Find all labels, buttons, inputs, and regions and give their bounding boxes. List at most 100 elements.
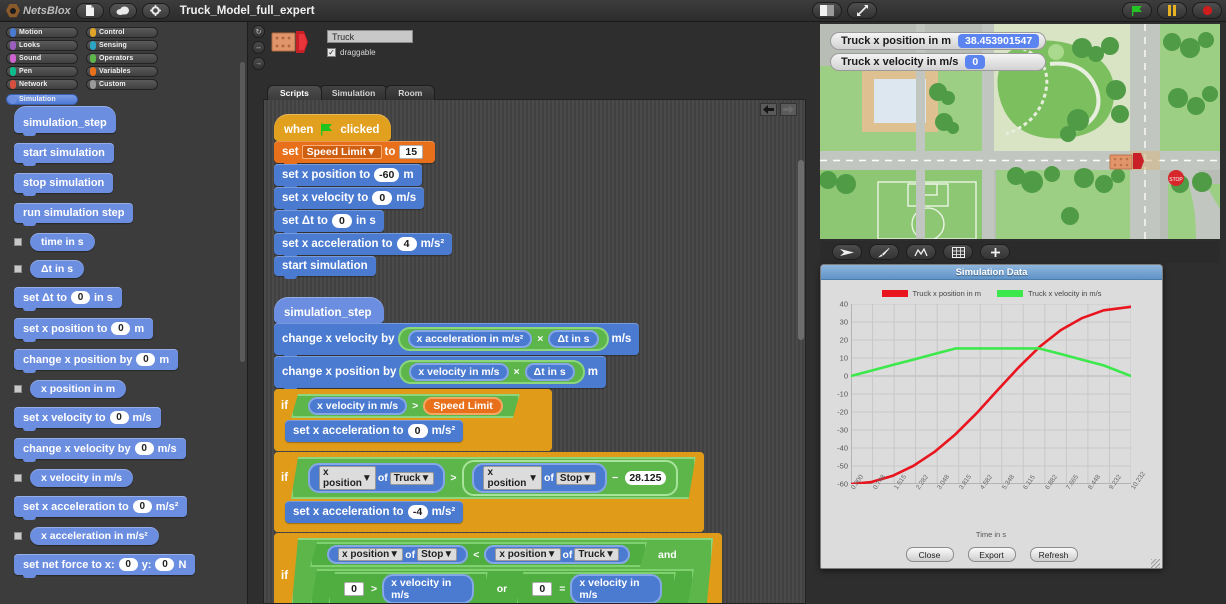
predicate-zero-greater-velocity[interactable]: 0 > x velocity in m/s <box>328 572 488 604</box>
watcher-x-velocity[interactable]: Truck x velocity in m/s 0 <box>830 53 1047 71</box>
reporter-x-acceleration[interactable]: x acceleration in m/s² <box>407 330 533 348</box>
palette-block-set-x-position[interactable]: set x position to 0 m <box>14 318 154 342</box>
input-change-x-position[interactable]: 0 <box>136 353 156 366</box>
reporter-x-velocity[interactable]: x velocity in m/s <box>409 363 509 381</box>
dropdown-object-stop[interactable]: Stop ▼ <box>556 472 596 485</box>
category-operators[interactable]: Operators <box>86 53 158 64</box>
input-set-x-velocity[interactable]: 0 <box>109 411 129 424</box>
palette-block-x-position-in-m[interactable]: x position in m <box>30 380 127 398</box>
script-simulation-step[interactable]: simulation_step change x velocity by x a… <box>274 297 722 604</box>
script-scrollbar[interactable] <box>798 160 804 340</box>
category-pen[interactable]: Pen <box>6 66 78 77</box>
undo-icon[interactable] <box>760 103 777 116</box>
category-variables[interactable]: Variables <box>86 66 158 77</box>
stop-icon[interactable] <box>1192 2 1222 19</box>
predicate-zero-equals-velocity[interactable]: 0 = x velocity in m/s <box>516 572 676 604</box>
draggable-checkbox[interactable]: ✓ <box>327 48 336 57</box>
predicate-or[interactable]: 0 > x velocity in m/s or 0 = x velocity … <box>310 569 694 604</box>
chart-close-button[interactable]: Close <box>905 547 954 562</box>
block-simulation-step-hat[interactable]: simulation_step <box>274 297 384 326</box>
block-if-truck-past-stop[interactable]: if x position ▼ of Truck ▼ > x position ▼ <box>274 452 704 532</box>
palette-block-set-net-force[interactable]: set net force to x: 0 y: 0 N <box>14 554 196 578</box>
predicate-greater-than-speed-limit[interactable]: x velocity in m/s > Speed Limit <box>291 394 520 418</box>
block-if-stop-condition[interactable]: if x position ▼ of Stop ▼ < x position ▼… <box>274 533 722 604</box>
dropdown-variable-speed-limit[interactable]: Speed Limit ▼ <box>301 145 382 159</box>
reporter-multiply-vel-dt[interactable]: x velocity in m/s × Δt in s <box>399 360 585 384</box>
graph-icon[interactable] <box>906 244 936 260</box>
plus-icon[interactable] <box>980 244 1010 260</box>
gear-icon[interactable] <box>141 2 170 19</box>
tab-scripts[interactable]: Scripts <box>267 85 322 100</box>
block-palette[interactable]: Motion Control Looks Sensing Sound Opera… <box>0 22 248 604</box>
input-accel-zero[interactable]: 0 <box>407 424 428 438</box>
palette-block-x-acceleration-in-ms2[interactable]: x acceleration in m/s² <box>30 527 159 545</box>
reporter-dt-1[interactable]: Δt in s <box>548 330 599 348</box>
cloud-icon[interactable] <box>108 2 137 19</box>
palette-block-x-velocity-in-ms[interactable]: x velocity in m/s <box>30 469 134 487</box>
dropdown-object-truck[interactable]: Truck ▼ <box>390 472 435 485</box>
input-set-x-acceleration[interactable]: 0 <box>132 500 152 513</box>
reporter-speed-limit[interactable]: Speed Limit <box>423 397 503 415</box>
input-stop-offset[interactable]: 28.125 <box>625 471 665 485</box>
block-set-x-velocity[interactable]: set x velocity to 0 m/s <box>274 187 425 212</box>
palette-block-time-in-s[interactable]: time in s <box>30 233 95 251</box>
reporter-attribute-of-stop-2[interactable]: x position ▼ of Stop ▼ <box>327 545 468 564</box>
watcher-checkbox-dt[interactable] <box>14 265 22 273</box>
redo-icon[interactable] <box>780 103 797 116</box>
stage-map[interactable]: STOP Truck x position in m 38.453901547 … <box>820 24 1220 239</box>
script-canvas[interactable]: when clicked set Speed Limit ▼ to 15 set… <box>263 99 806 604</box>
block-when-flag-clicked[interactable]: when clicked <box>274 114 392 144</box>
category-network[interactable]: Network <box>6 79 78 90</box>
input-change-x-velocity[interactable]: 0 <box>134 442 154 455</box>
palette-block-change-x-velocity[interactable]: change x velocity by 0 m/s <box>14 438 186 462</box>
palette-scrollbar[interactable] <box>240 62 245 362</box>
category-sensing[interactable]: Sensing <box>86 40 158 51</box>
paintbrush-icon[interactable] <box>869 244 899 260</box>
watcher-checkbox-time[interactable] <box>14 238 22 246</box>
dropdown-attr-x-position-stop-2[interactable]: x position ▼ <box>338 548 403 561</box>
input-set-x-position[interactable]: 0 <box>111 322 131 335</box>
watcher-x-position[interactable]: Truck x position in m 38.453901547 <box>830 32 1047 50</box>
input-x-acceleration[interactable]: 4 <box>396 237 417 251</box>
input-zero-1[interactable]: 0 <box>344 582 364 596</box>
input-x-velocity[interactable]: 0 <box>372 191 393 205</box>
block-change-x-position-by[interactable]: change x position by x velocity in m/s ×… <box>274 356 606 391</box>
block-if-speed-limit[interactable]: if x velocity in m/s > Speed Limit set x… <box>274 389 552 451</box>
file-icon[interactable] <box>75 2 104 19</box>
category-motion[interactable]: Motion <box>6 27 78 38</box>
palette-block-set-x-acceleration[interactable]: set x acceleration to 0 m/s² <box>14 496 188 520</box>
chart-refresh-button[interactable]: Refresh <box>1029 547 1078 562</box>
rotate-leftright-icon[interactable]: ↔ <box>252 41 265 54</box>
reporter-multiply-accel-dt[interactable]: x acceleration in m/s² × Δt in s <box>397 327 609 351</box>
category-sound[interactable]: Sound <box>6 53 78 64</box>
dropdown-object-truck-2[interactable]: Truck ▼ <box>574 548 619 561</box>
reporter-x-velocity-c3[interactable]: x velocity in m/s <box>382 574 474 604</box>
sprite-thumbnail[interactable] <box>270 28 318 56</box>
category-looks[interactable]: Looks <box>6 40 78 51</box>
simulation-data-window[interactable]: Simulation Data Truck x position in m Tr… <box>820 264 1163 569</box>
reporter-x-velocity-c4[interactable]: x velocity in m/s <box>570 574 662 604</box>
block-set-x-acceleration[interactable]: set x acceleration to 4 m/s² <box>274 233 453 258</box>
pause-icon[interactable] <box>1157 2 1187 19</box>
reporter-attribute-of-truck-2[interactable]: x position ▼ of Truck ▼ <box>484 545 630 564</box>
input-x-position[interactable]: -60 <box>374 168 400 182</box>
palette-block-change-x-position[interactable]: change x position by 0 m <box>14 349 179 373</box>
watcher-checkbox-x-acceleration[interactable] <box>14 532 22 540</box>
input-net-force-x[interactable]: 0 <box>118 558 138 571</box>
watcher-checkbox-x-velocity[interactable] <box>14 474 22 482</box>
palette-block-start-simulation[interactable]: start simulation <box>14 143 114 166</box>
chart-resize-grip[interactable] <box>1151 559 1160 568</box>
input-zero-2[interactable]: 0 <box>532 582 552 596</box>
category-control[interactable]: Control <box>86 27 158 38</box>
input-accel-neg4[interactable]: -4 <box>407 505 428 519</box>
predicate-stop-less-truck[interactable]: x position ▼ of Stop ▼ < x position ▼ of Tr… <box>310 542 647 567</box>
reporter-x-velocity-cond[interactable]: x velocity in m/s <box>308 397 407 415</box>
dropdown-attr-x-position-truck-2[interactable]: x position ▼ <box>495 548 560 561</box>
pointer-icon[interactable] <box>832 244 862 260</box>
watcher-checkbox-x-position[interactable] <box>14 385 22 393</box>
palette-block-run-simulation-step[interactable]: run simulation step <box>14 203 134 226</box>
tab-simulation[interactable]: Simulation <box>318 85 389 100</box>
rotate-none-icon[interactable]: → <box>252 57 265 70</box>
palette-block-dt-in-s[interactable]: Δt in s <box>30 260 85 278</box>
reporter-attribute-of-truck[interactable]: x position ▼ of Truck ▼ <box>308 463 445 493</box>
